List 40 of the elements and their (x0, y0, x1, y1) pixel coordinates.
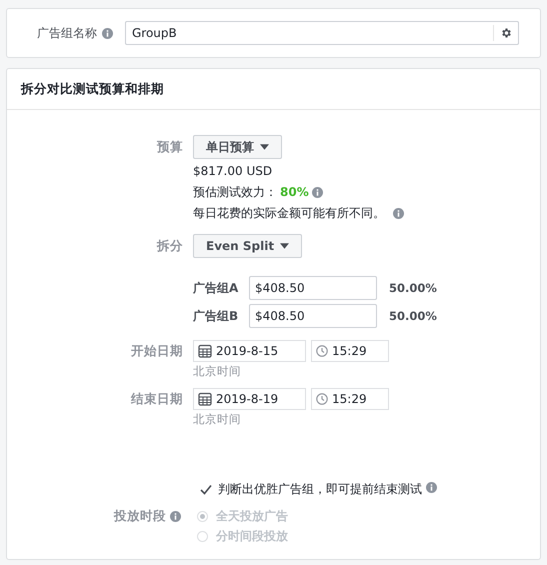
group-budget-field[interactable]: $408.50 (249, 304, 377, 328)
section-title: 拆分对比测试预算和排期 (21, 80, 164, 98)
settings-icon[interactable] (500, 27, 512, 39)
timezone-label: 北京时间 (193, 411, 241, 428)
date-field[interactable]: 2019-8-15 (193, 340, 306, 362)
field-label: 预算 (156, 138, 184, 156)
budget-amount: $817.00 USD (193, 163, 272, 180)
calendar-icon (198, 344, 212, 358)
power-value: 80% (280, 184, 309, 201)
group-percent: 50.00% (389, 309, 437, 323)
time-field[interactable]: 15:29 (311, 388, 389, 410)
date-field[interactable]: 2019-8-19 (193, 388, 306, 410)
clock-icon (316, 393, 328, 405)
field-label: 广告组名称 (37, 24, 97, 42)
group-budget-field[interactable]: $408.50 (249, 276, 377, 300)
field-label: 拆分 (156, 237, 184, 255)
caret-icon (280, 243, 290, 249)
power-label: 预估测试效力： (193, 184, 277, 201)
info-icon[interactable] (312, 187, 323, 198)
spend-note: 每日花费的实际金额可能有所不同。 (193, 205, 385, 222)
info-icon[interactable] (426, 482, 437, 493)
clock-icon (316, 345, 328, 357)
calendar-icon (198, 392, 212, 406)
checkbox-label[interactable]: 判断出优胜广告组，即可提前结束测试 (218, 481, 422, 498)
ad-group-name-field[interactable]: GroupB (125, 21, 519, 45)
info-icon[interactable] (170, 510, 181, 522)
group-label: 广告组A (193, 280, 240, 296)
info-icon[interactable] (102, 28, 113, 38)
field-label: 投放时段 (114, 507, 166, 525)
field-label: 开始日期 (130, 342, 184, 360)
timezone-label: 北京时间 (193, 363, 241, 380)
group-label: 广告组B (193, 308, 240, 324)
caret-icon (260, 144, 269, 150)
budget-dropdown[interactable]: 单日预算 (193, 135, 282, 159)
checkbox[interactable] (200, 484, 212, 496)
info-icon[interactable] (393, 208, 404, 219)
time-field[interactable]: 15:29 (311, 340, 389, 362)
field-label: 结束日期 (130, 390, 184, 408)
group-percent: 50.00% (389, 281, 437, 295)
split-dropdown[interactable]: Even Split (193, 234, 302, 258)
